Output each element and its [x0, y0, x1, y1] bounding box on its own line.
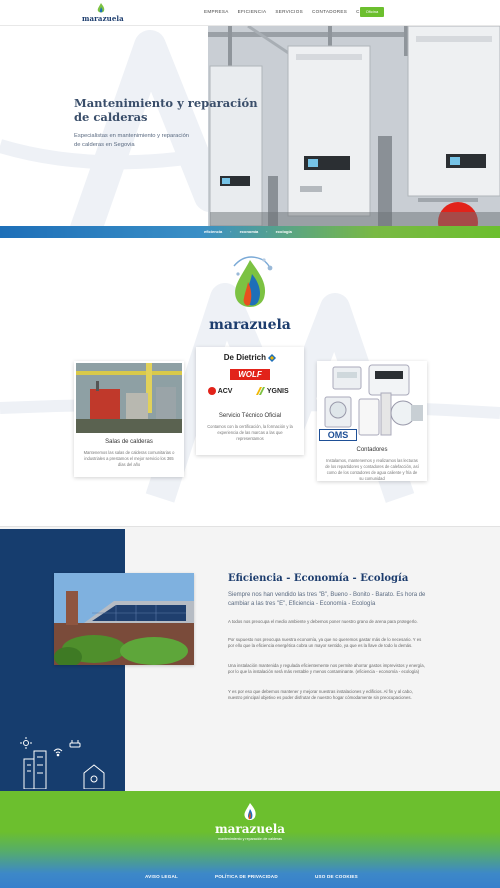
- card-text-salas: Mantenemos las salas de calderas comunit…: [83, 450, 175, 467]
- strip-dot: ·: [266, 229, 268, 234]
- oficina-button[interactable]: Oficina: [360, 7, 384, 17]
- strip-eficiencia: eficiencia: [204, 229, 223, 234]
- card-title-contadores: Contadores: [356, 447, 388, 453]
- service-card-sat[interactable]: De Dietrich WOLF ACV YGNIS Servicio Técn…: [196, 347, 304, 455]
- services-section: marazuela Salas de calderas Mantenemos l…: [0, 238, 500, 526]
- header-logo[interactable]: marazuela: [82, 3, 124, 23]
- wifi-icon: [53, 748, 63, 757]
- efficiency-section: Eficiencia - Economía - Ecología Siempre…: [0, 526, 500, 792]
- nav-eficiencia[interactable]: EFICIENCIA: [238, 9, 267, 14]
- footer-brand-name: marazuela: [214, 822, 286, 836]
- solar-roof-illustration: [54, 573, 194, 665]
- oms-badge: OMS: [319, 429, 357, 441]
- hero-section: Mantenimiento y reparación de calderas E…: [0, 26, 500, 226]
- boilers-illustration: [208, 26, 500, 226]
- brand-acv: ACV: [208, 387, 232, 395]
- brand-wolf: WOLF: [230, 369, 270, 380]
- flame-logo-icon: [244, 803, 256, 820]
- boiler-room-illustration: [76, 363, 182, 433]
- nav-servicios[interactable]: SERVICIOS: [275, 9, 303, 14]
- brand-logo: marazuela: [204, 252, 296, 334]
- building-icon: [23, 750, 47, 789]
- sun-icon: [20, 737, 32, 749]
- ygnis-mark-icon: [256, 387, 265, 395]
- strip-ecologia: ecología: [275, 229, 292, 234]
- house-icon: [83, 764, 105, 789]
- brand-dedietrich: De Dietrich: [196, 353, 304, 362]
- hero-title: Mantenimiento y reparación de calderas: [74, 96, 258, 124]
- site-header: marazuela EMPRESA EFICIENCIA SERVICIOS C…: [0, 0, 500, 26]
- card-title-sat: Servicio Técnico Oficial: [218, 413, 282, 419]
- efficiency-lead: Siempre nos han vendido las tres "B", Bu…: [228, 592, 426, 607]
- footer-logo[interactable]: marazuela mantenimiento y reparación de …: [214, 803, 286, 853]
- header-brand-name: marazuela: [82, 14, 124, 23]
- nav-contadores[interactable]: CONTADORES: [312, 9, 347, 14]
- privacy-policy-link[interactable]: POLÍTICA DE PRIVACIDAD: [215, 874, 278, 879]
- dedietrich-diamond-icon: [268, 353, 277, 362]
- service-card-salas[interactable]: Salas de calderas Mantenemos las salas d…: [74, 361, 184, 477]
- hero-subtitle: Especialistas en mantenimiento y reparac…: [74, 133, 190, 148]
- efficiency-paragraph: A todos nos preocupa el medio ambiente y…: [228, 619, 418, 624]
- router-icon: [69, 740, 81, 748]
- card-text-sat: Contamos con la certificación, la formac…: [207, 424, 293, 441]
- strip-economia: economía: [239, 229, 259, 234]
- footer-tagline: mantenimiento y reparación de calderas: [218, 837, 282, 841]
- efficiency-paragraph: Y es por eso que debemos mantener y mejo…: [228, 689, 413, 701]
- boiler-room-photo: [76, 363, 182, 433]
- site-footer: marazuela mantenimiento y reparación de …: [0, 791, 500, 888]
- brand-name: marazuela: [209, 317, 291, 333]
- strip-dot: ·: [230, 229, 232, 234]
- efficiency-paragraph: Por supuesto nos preocupa nuestra econom…: [228, 637, 422, 649]
- card-text-contadores: Instalamos, mantenemos y realizamos las …: [325, 458, 419, 481]
- acv-flame-icon: [208, 387, 216, 395]
- nav-empresa[interactable]: EMPRESA: [204, 9, 229, 14]
- smart-home-icons: [20, 737, 105, 789]
- aviso-legal-link[interactable]: AVISO LEGAL: [145, 874, 178, 879]
- flame-logo-icon: [97, 3, 105, 13]
- card-title-salas: Salas de calderas: [105, 439, 153, 445]
- flame-logo-icon: [233, 256, 273, 307]
- hero-boiler-photo: [208, 26, 500, 226]
- solar-roof-photo: [54, 573, 194, 665]
- service-card-contadores[interactable]: OMS Contadores Instalamos, mantenemos y …: [317, 361, 427, 481]
- main-nav: EMPRESA EFICIENCIA SERVICIOS CONTADORES …: [204, 9, 384, 14]
- efficiency-title: Eficiencia - Economía - Ecología: [228, 573, 409, 584]
- brand-ygnis: YGNIS: [256, 387, 289, 395]
- efficiency-paragraph: Una instalación mantenida y regulada efi…: [228, 663, 425, 675]
- cookies-link[interactable]: USO DE COOKIES: [315, 874, 358, 879]
- tagline-strip: eficiencia · economía · ecología: [0, 226, 500, 238]
